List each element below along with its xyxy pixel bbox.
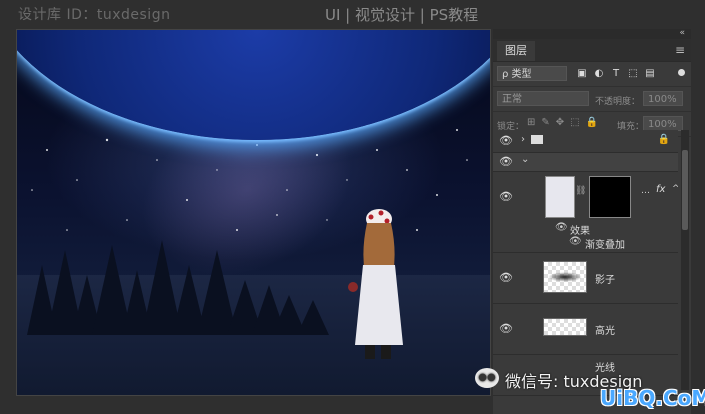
visibility-eye-icon[interactable]: 👁: [499, 155, 513, 168]
visibility-eye-icon[interactable]: 👁: [499, 190, 513, 203]
gradient-overlay-label[interactable]: 渐变叠加: [585, 236, 625, 251]
watermark-top: 设计库 ID：tuxdesign: [18, 7, 171, 23]
visibility-eye-icon[interactable]: 👁: [499, 271, 513, 284]
panel-menu-icon[interactable]: ≡: [675, 43, 685, 57]
wechat-icon: ●●: [475, 368, 499, 388]
adjustment-filter-icon[interactable]: ◐: [592, 66, 606, 81]
effects-label: 效果: [570, 226, 590, 237]
pine-forest: [27, 240, 329, 335]
lock-icons: ⊞ ✎ ✥ ⬚ 🔒: [527, 117, 598, 128]
layer-row-group[interactable]: 👁 › 🔒: [493, 130, 678, 153]
layer-name[interactable]: 影子: [595, 271, 615, 286]
fill-field[interactable]: 100%: [643, 116, 683, 131]
fx-expand-icon[interactable]: ^: [672, 184, 678, 194]
lock-position-icon[interactable]: ✥: [556, 117, 564, 128]
fx-badge[interactable]: fx: [656, 184, 665, 195]
gradient-overlay-eye-icon[interactable]: 👁: [569, 236, 582, 247]
layer-row-highlight[interactable]: 👁 高光: [493, 304, 678, 355]
chain-link-icon[interactable]: ⛓: [575, 186, 586, 196]
blend-mode-select[interactable]: 正常: [497, 91, 589, 106]
filter-kind-select[interactable]: ρ 类型: [497, 66, 567, 81]
scroll-thumb[interactable]: [682, 150, 688, 230]
collapse-icon[interactable]: «: [679, 28, 685, 38]
layer-name[interactable]: 高光: [595, 322, 615, 337]
layer-row-open-group[interactable]: 👁 ⌄: [493, 153, 678, 172]
layer-thumbnail: [545, 176, 575, 218]
lock-pixels-icon[interactable]: ✎: [541, 117, 549, 128]
filter-icons: ▣ ◐ T ⬚ ▤: [575, 66, 657, 81]
opacity-label: 不透明度：: [595, 97, 641, 107]
image-filter-icon[interactable]: ▣: [575, 66, 589, 81]
effects-eye-icon[interactable]: 👁: [555, 222, 568, 233]
document-canvas[interactable]: [16, 29, 491, 396]
filter-row: ρ 类型 ▣ ◐ T ⬚ ▤: [493, 62, 691, 87]
group-collapse-icon[interactable]: ⌄: [521, 154, 529, 165]
layers-scrollbar[interactable]: [681, 130, 689, 390]
layer-mask-thumbnail[interactable]: [589, 176, 631, 218]
lock-transparency-icon[interactable]: ⊞: [527, 117, 535, 128]
opacity-field[interactable]: 100%: [643, 91, 683, 106]
layer-thumbnail: [543, 318, 587, 336]
lock-icon: 🔒: [657, 134, 670, 145]
tab-layers[interactable]: 图层: [497, 41, 535, 61]
layer-row-shadow[interactable]: 👁 影子: [493, 253, 678, 304]
folder-icon: [531, 135, 543, 144]
panel-tab-row: 图层 ≡: [493, 39, 691, 62]
layers-panel: « 图层 ≡ ρ 类型 ▣ ◐ T ⬚ ▤ 正常 不透明度： 100% 锁定： …: [493, 28, 691, 414]
lock-all-icon[interactable]: 🔒: [586, 117, 598, 128]
more-icon: …: [641, 186, 650, 196]
lock-artboard-icon[interactable]: ⬚: [570, 117, 579, 128]
layer-row-girl[interactable]: 👁 ⛓ … fx ^ 👁 效果 👁 渐变叠加: [493, 172, 678, 253]
page-title: UI | 视觉设计 | PS教程: [325, 6, 479, 24]
girl-figure: [348, 209, 403, 359]
type-filter-icon[interactable]: T: [609, 66, 623, 81]
visibility-eye-icon[interactable]: 👁: [499, 322, 513, 335]
smartobject-filter-icon[interactable]: ▤: [643, 66, 657, 81]
filter-toggle[interactable]: [678, 69, 685, 76]
layer-thumbnail: [543, 261, 587, 293]
blend-row: 正常 不透明度： 100%: [493, 87, 691, 112]
shape-filter-icon[interactable]: ⬚: [626, 66, 640, 81]
site-watermark: UiBQ.CoM: [600, 386, 705, 410]
visibility-eye-icon[interactable]: 👁: [499, 134, 513, 147]
group-expand-icon[interactable]: ›: [521, 134, 525, 145]
panel-topbar: «: [493, 28, 691, 39]
